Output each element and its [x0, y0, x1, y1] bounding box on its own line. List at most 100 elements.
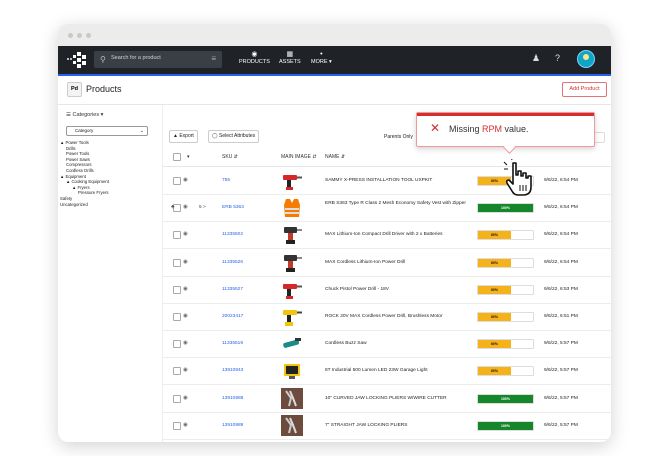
row-checkbox[interactable]	[173, 421, 181, 430]
product-image	[281, 224, 303, 245]
completeness-pct: 60%	[490, 233, 498, 238]
column-sku[interactable]: SKU ⇵	[222, 154, 238, 160]
nav-products[interactable]: ◉ PRODUCTS	[239, 50, 270, 65]
completeness-bar: 60%	[477, 284, 534, 295]
page-title: Products	[86, 84, 122, 94]
sku-link[interactable]: 11335527	[222, 287, 243, 292]
parents-only-label: Parents Only	[384, 134, 413, 140]
sku-link[interactable]: ERB 5363	[222, 205, 244, 210]
table-row[interactable]: ◉ 13910843 6T Industrial 500 Lumen LED 23W…	[163, 357, 611, 386]
sku-link[interactable]: 13910988	[222, 396, 243, 401]
column-sku-label: SKU	[222, 154, 233, 160]
page-badge: Pd	[67, 82, 82, 97]
table-row[interactable]: ◉ 11335519 Cordless Buzz Saw 60% 9/6/22, 5:5…	[163, 330, 611, 359]
select-all-checkbox[interactable]	[173, 153, 181, 161]
column-name[interactable]: NAME ⇵	[325, 154, 345, 160]
category-tree: ▲ Power Tools Drills Power Tools Power Saws…	[60, 140, 109, 207]
variants-count[interactable]: 5 >	[199, 205, 206, 210]
table-row[interactable]: ◉ 11335526 MAX Cordless Lithium-Ion Power …	[163, 249, 611, 277]
product-image	[281, 360, 303, 381]
categories-toggle[interactable]: ☰ Categories ▾	[66, 112, 103, 118]
completeness-fill: 100%	[478, 421, 533, 430]
row-checkbox[interactable]	[173, 313, 181, 321]
table-row[interactable]: ◉ ♣ 5 > ERB 5363 ERB S363 Type R Class 2 Mes…	[163, 194, 611, 223]
product-image	[281, 170, 303, 191]
row-checkbox[interactable]	[173, 394, 181, 403]
view-icon[interactable]: ◉	[183, 286, 188, 292]
product-name: 7" STRAIGHT JAW LOCKING PLIERS	[325, 422, 408, 428]
view-icon[interactable]: ◉	[183, 422, 188, 428]
completeness-fill: 60%	[478, 313, 511, 321]
sku-link[interactable]: 11335502	[222, 232, 243, 237]
category-select[interactable]: Category ⌄	[66, 126, 148, 136]
hand-cursor-icon	[503, 159, 532, 196]
add-product-button[interactable]: Add Product	[562, 82, 607, 97]
row-checkbox[interactable]	[173, 367, 181, 376]
sku-link[interactable]: 11335519	[222, 341, 243, 346]
completeness-bar: 100%	[477, 393, 534, 404]
row-checkbox[interactable]	[173, 177, 181, 185]
close-x-icon[interactable]: ✕	[430, 121, 440, 135]
completeness-fill: 100%	[478, 204, 533, 213]
table-row[interactable]: ◉ 13910989 7" STRAIGHT JAW LOCKING PLIERS 1…	[163, 412, 611, 440]
export-label: Export	[179, 133, 194, 139]
row-checkbox[interactable]	[173, 258, 181, 267]
toast-prefix: Missing	[449, 124, 483, 134]
completeness-fill: 60%	[478, 231, 511, 240]
table-row[interactable]: ◉ 755 SAMMY X-PRESS INSTALLATION TOOL UXPK…	[163, 167, 611, 195]
row-checkbox[interactable]	[173, 285, 181, 294]
view-icon[interactable]: ◉	[183, 340, 188, 346]
completeness-bar: 60%	[477, 366, 534, 377]
completeness-pct: 100%	[501, 206, 510, 211]
nav-assets[interactable]: ▦ ASSETS	[279, 50, 301, 65]
window-dot	[77, 32, 82, 38]
search-icon: ⚲	[100, 55, 106, 64]
export-button[interactable]: ▲ Export	[169, 130, 198, 143]
table-row[interactable]: ◉ 20023417 ROCK 20V MAX Cordless Power Dri…	[163, 303, 611, 331]
user-add-icon[interactable]: ♟	[532, 53, 540, 64]
product-name: ROCK 20V MAX Cordless Power Drill, Brush…	[325, 314, 443, 319]
completeness-bar: 60%	[477, 339, 534, 350]
menu-icon[interactable]: ≡	[211, 54, 216, 63]
chevron-down-icon: ⌄	[139, 128, 144, 134]
product-name: ERB S363 Type R Class 2 Mesh Economy Saf…	[325, 201, 466, 207]
category-tree-item[interactable]: ▲ Cooking Equipment	[60, 179, 109, 185]
search-input[interactable]: ⚲ Search for a product ≡	[94, 51, 222, 68]
view-icon[interactable]: ◉	[183, 259, 188, 265]
select-attributes-button[interactable]: ◯ Select Attributes	[208, 130, 260, 143]
avatar[interactable]	[577, 50, 595, 68]
product-image	[281, 414, 303, 436]
updated-date: 9/6/22, 6:54 PM	[544, 232, 578, 238]
completeness-pct: 60%	[490, 369, 498, 374]
view-icon[interactable]: ◉	[183, 313, 188, 319]
view-icon[interactable]: ◉	[183, 367, 188, 373]
help-icon[interactable]: ?	[555, 53, 560, 63]
updated-date: 9/6/22, 6:54 PM	[544, 205, 578, 211]
sku-link[interactable]: 13910989	[222, 423, 243, 428]
row-checkbox[interactable]	[173, 231, 181, 240]
row-checkbox[interactable]	[173, 340, 181, 349]
toast-message: Missing RPM value.	[449, 124, 529, 134]
table-row[interactable]: ◉ 11335527 Chuck Pistol Power Drill - 18V 6…	[163, 276, 611, 304]
sku-link[interactable]: 755	[222, 178, 230, 183]
product-image	[281, 252, 303, 273]
completeness-bar: 60%	[477, 312, 534, 322]
view-icon[interactable]: ◉	[183, 231, 188, 237]
view-icon[interactable]: ◉	[183, 204, 188, 210]
bulk-actions-caret[interactable]: ▾	[187, 154, 190, 160]
nav-more[interactable]: • MORE ▾	[311, 50, 332, 65]
app-logo-icon[interactable]	[66, 51, 88, 69]
error-toast: ✕ Missing RPM value.	[416, 112, 595, 154]
sku-link[interactable]: 11335526	[222, 260, 243, 265]
nav-more-label: MORE ▾	[311, 59, 332, 65]
sku-link[interactable]: 13910843	[222, 368, 243, 373]
column-main-image[interactable]: MAIN IMAGE ⇵	[281, 154, 317, 160]
sku-link[interactable]: 20023417	[222, 314, 243, 319]
view-icon[interactable]: ◉	[183, 395, 188, 401]
category-tree-item[interactable]: Uncategorized	[60, 202, 109, 208]
product-image	[281, 387, 303, 409]
product-image	[281, 306, 303, 327]
table-row[interactable]: ◉ 13910988 10" CURVED JAW LOCKING PLIERS W…	[163, 385, 611, 413]
view-icon[interactable]: ◉	[183, 177, 188, 183]
table-row[interactable]: ◉ 11335502 MAX Lithium-Ion Compact Drill D…	[163, 221, 611, 250]
